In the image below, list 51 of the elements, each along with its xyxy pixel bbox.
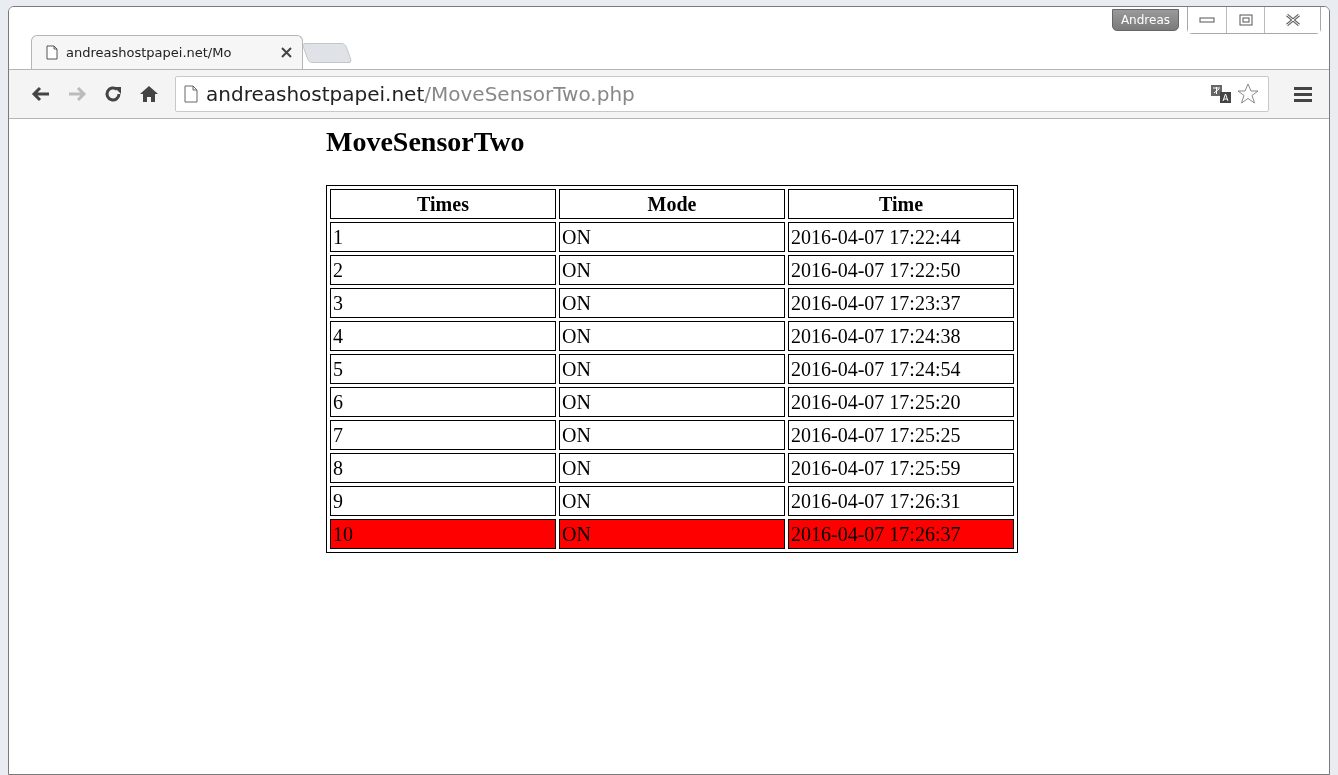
table-cell: 3	[330, 287, 556, 318]
table-cell: 2016-04-07 17:25:20	[788, 386, 1014, 417]
close-icon	[1284, 14, 1301, 26]
close-icon[interactable]	[281, 47, 292, 58]
table-cell: ON	[559, 419, 785, 450]
address-bar[interactable]: andreashostpapei.net/MoveSensorTwo.php	[175, 76, 1269, 112]
table-cell: 2016-04-07 17:24:38	[788, 320, 1014, 351]
browser-tab[interactable]: andreashostpapei.net/Mo	[31, 35, 303, 69]
table-cell: ON	[559, 485, 785, 516]
maximize-icon	[1238, 14, 1253, 26]
table-cell: 5	[330, 353, 556, 384]
table-cell: ON	[559, 386, 785, 417]
table-cell: 2016-04-07 17:24:54	[788, 353, 1014, 384]
table-cell: 9	[330, 485, 556, 516]
table-cell: 2016-04-07 17:26:31	[788, 485, 1014, 516]
page-icon	[46, 45, 58, 60]
minimize-icon	[1199, 17, 1215, 23]
tab-title: andreashostpapei.net/Mo	[66, 43, 233, 62]
forward-arrow-icon	[67, 86, 87, 102]
table-cell: ON	[559, 518, 785, 549]
table-cell: 6	[330, 386, 556, 417]
url-text: andreashostpapei.net/MoveSensorTwo.php	[206, 81, 635, 108]
home-icon	[139, 85, 159, 103]
table-cell: 7	[330, 419, 556, 450]
table-cell: 10	[330, 518, 556, 549]
star-icon[interactable]	[1236, 82, 1260, 106]
back-arrow-icon	[31, 86, 51, 102]
table-cell: ON	[559, 320, 785, 351]
translate-icon[interactable]	[1210, 84, 1232, 104]
table-cell: ON	[559, 254, 785, 285]
table-cell: 2016-04-07 17:25:25	[788, 419, 1014, 450]
column-header: Time	[788, 188, 1014, 219]
column-header: Times	[330, 188, 556, 219]
page-heading: MoveSensorTwo	[326, 125, 526, 159]
reload-icon	[103, 84, 123, 104]
table-cell: 1	[330, 221, 556, 252]
table-cell: ON	[559, 221, 785, 252]
table-cell: ON	[559, 353, 785, 384]
table-cell: 2016-04-07 17:23:37	[788, 287, 1014, 318]
table-cell: ON	[559, 287, 785, 318]
table-cell: 2016-04-07 17:26:37	[788, 518, 1014, 549]
table-cell: 4	[330, 320, 556, 351]
table-cell: 2016-04-07 17:25:59	[788, 452, 1014, 483]
table-cell: 2016-04-07 17:22:44	[788, 221, 1014, 252]
table-cell: 2016-04-07 17:22:50	[788, 254, 1014, 285]
page-icon	[184, 85, 198, 103]
table-cell: ON	[559, 452, 785, 483]
close-button[interactable]	[1264, 7, 1320, 33]
table-cell: 8	[330, 452, 556, 483]
column-header: Mode	[559, 188, 785, 219]
table-cell: 2	[330, 254, 556, 285]
